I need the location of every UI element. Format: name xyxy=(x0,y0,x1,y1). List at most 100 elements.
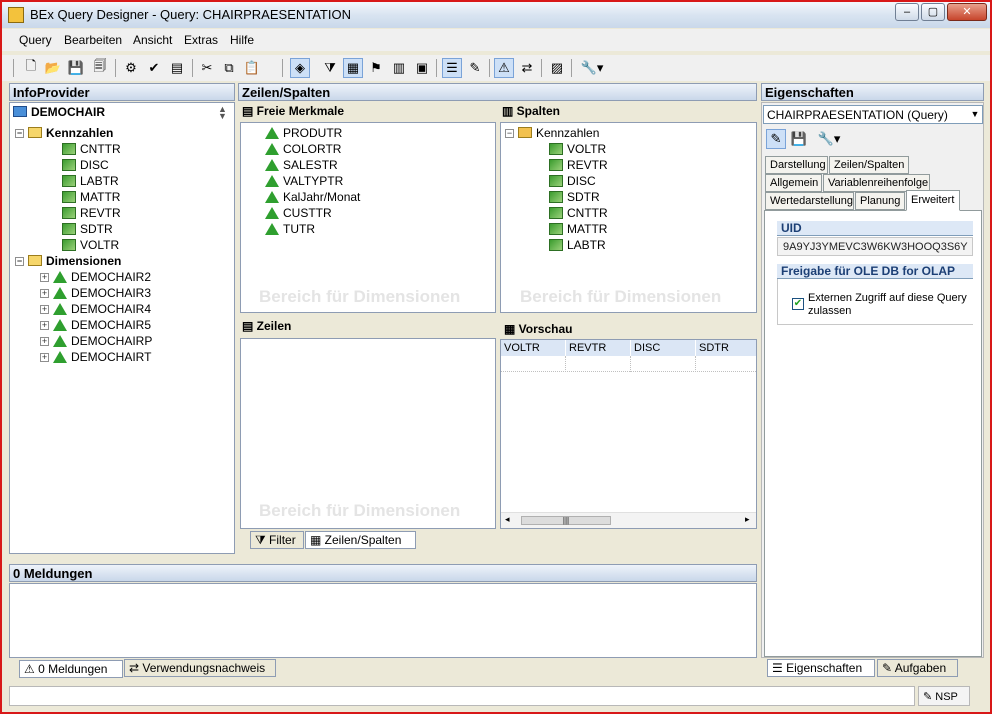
close-button[interactable]: ✕ xyxy=(947,3,987,21)
expand-icon[interactable]: + xyxy=(40,321,49,330)
keyfigure-item[interactable]: DISC xyxy=(62,157,109,173)
display-icon[interactable]: ▨ xyxy=(547,58,567,78)
expand-icon[interactable]: + xyxy=(40,353,49,362)
menu-extras[interactable]: Extras xyxy=(184,33,218,47)
sort-icon[interactable]: ▲ ▼ xyxy=(218,105,227,121)
free-characteristic-item[interactable]: VALTYPTR xyxy=(265,173,343,189)
expand-icon[interactable]: + xyxy=(40,289,49,298)
dimensionen-node[interactable]: − Dimensionen xyxy=(15,253,121,269)
tools-dropdown-icon[interactable]: 🔧▾ xyxy=(814,129,844,149)
tab-verwendungsnachweis[interactable]: ⇄ Verwendungsnachweis xyxy=(124,659,276,677)
expand-icon[interactable]: + xyxy=(40,305,49,314)
menu-bearbeiten[interactable]: Bearbeiten xyxy=(64,33,122,47)
dimension-item[interactable]: + DEMOCHAIRT xyxy=(40,349,151,365)
tab-aufgaben[interactable]: ✎ Aufgaben xyxy=(877,659,958,677)
vorschau-col-header[interactable]: VOLTR xyxy=(501,340,566,356)
vorschau-col-header[interactable]: DISC xyxy=(631,340,696,356)
save-all-icon[interactable]: 🗐 xyxy=(90,58,110,78)
dimension-item[interactable]: + DEMOCHAIR5 xyxy=(40,317,151,333)
menu-query[interactable]: Query xyxy=(19,33,52,47)
keyfigure-item[interactable]: CNTTR xyxy=(62,141,121,157)
edit-icon[interactable]: ✎ xyxy=(766,129,786,149)
new-icon[interactable]: 🗋 xyxy=(21,58,41,78)
kennzahlen-node[interactable]: − Kennzahlen xyxy=(15,125,113,141)
dimension-item[interactable]: + DEMOCHAIR2 xyxy=(40,269,151,285)
column-item[interactable]: SDTR xyxy=(549,189,600,205)
freie-merkmale-panel[interactable]: PRODUTR COLORTR SALESTR VALTYPTR KalJahr/Mon… xyxy=(240,122,496,313)
free-characteristic-item[interactable]: KalJahr/Monat xyxy=(265,189,360,205)
check-query-icon[interactable]: ✔ xyxy=(144,58,164,78)
keyfigure-item[interactable]: REVTR xyxy=(62,205,121,221)
expand-icon[interactable]: + xyxy=(40,337,49,346)
column-item[interactable]: LABTR xyxy=(549,237,606,253)
keyfigure-item[interactable]: MATTR xyxy=(62,189,120,205)
column-item[interactable]: VOLTR xyxy=(549,141,606,157)
rows-columns-icon[interactable]: ▦ xyxy=(343,58,363,78)
zeilen-panel[interactable]: Bereich für Dimensionen xyxy=(240,338,496,529)
extern-access-checkbox[interactable]: ✔ xyxy=(792,298,804,310)
tab-planung[interactable]: Planung xyxy=(855,192,905,210)
paste-icon[interactable]: 📋 xyxy=(242,58,262,78)
where-used-icon[interactable]: ⇄ xyxy=(517,58,537,78)
maximize-button[interactable]: ▢ xyxy=(921,3,945,21)
object-select[interactable]: CHAIRPRAESENTATION (Query) ▼ xyxy=(763,105,983,124)
tab-meldungen[interactable]: ⚠ 0 Meldungen xyxy=(19,660,123,678)
tools-dropdown-icon[interactable]: 🔧▾ xyxy=(578,58,606,78)
cut-icon[interactable]: ✂ xyxy=(197,58,217,78)
menu-hilfe[interactable]: Hilfe xyxy=(230,33,254,47)
filter-icon[interactable]: ⧩ xyxy=(320,58,340,78)
save-icon[interactable]: 💾 xyxy=(789,129,809,149)
conditions-icon[interactable]: ⚑ xyxy=(366,58,386,78)
keyfigure-item[interactable]: LABTR xyxy=(62,173,119,189)
tab-erweitert[interactable]: Erweitert xyxy=(906,190,960,211)
tab-zeilen-spalten-prop[interactable]: Zeilen/Spalten xyxy=(829,156,909,174)
spalten-kennzahlen-node[interactable]: − Kennzahlen xyxy=(505,125,599,141)
expand-icon[interactable]: + xyxy=(40,273,49,282)
dimension-item[interactable]: + DEMOCHAIRP xyxy=(40,333,152,349)
horizontal-scrollbar[interactable]: ◂ ||| ▸ xyxy=(501,512,756,528)
vorschau-col-header[interactable]: SDTR xyxy=(696,340,756,356)
minimize-button[interactable]: ‒ xyxy=(895,3,919,21)
keyfigure-item[interactable]: SDTR xyxy=(62,221,113,237)
vorschau-col-header[interactable]: REVTR xyxy=(566,340,631,356)
free-characteristic-item[interactable]: CUSTTR xyxy=(265,205,332,221)
copy-icon[interactable]: ⧉ xyxy=(219,58,239,78)
free-characteristic-item[interactable]: SALESTR xyxy=(265,157,338,173)
spalten-panel[interactable]: − Kennzahlen VOLTR REVTR DISC SDTR CNTTR MATTR… xyxy=(500,122,757,313)
collapse-icon[interactable]: − xyxy=(505,129,514,138)
tab-wertedarstellung[interactable]: Wertedarstellung xyxy=(765,192,854,210)
dimension-item[interactable]: + DEMOCHAIR4 xyxy=(40,301,151,317)
chevron-down-icon[interactable]: ▼ xyxy=(968,106,982,123)
publish-icon[interactable]: ⚙ xyxy=(121,58,141,78)
tab-zeilen-spalten[interactable]: ▦ Zeilen/Spalten xyxy=(305,531,416,549)
uid-field[interactable]: 9A9YJ3YMEVC3W6KW3HOOQ3S6Y xyxy=(777,237,973,256)
tab-darstellung[interactable]: Darstellung xyxy=(765,156,828,174)
query-properties-icon[interactable]: ▤ xyxy=(167,58,187,78)
dimension-item[interactable]: + DEMOCHAIR3 xyxy=(40,285,151,301)
scroll-left-icon[interactable]: ◂ xyxy=(505,514,510,525)
tasks-icon[interactable]: ✎ xyxy=(465,58,485,78)
tab-eigenschaften[interactable]: ☰ Eigenschaften xyxy=(767,659,875,677)
cells-icon[interactable]: ▣ xyxy=(412,58,432,78)
open-icon[interactable]: 📂 xyxy=(43,58,63,78)
infoprovider-root[interactable]: DEMOCHAIR xyxy=(13,104,105,120)
scroll-thumb[interactable]: ||| xyxy=(521,516,611,525)
column-item[interactable]: DISC xyxy=(549,173,596,189)
tab-filter[interactable]: ⧩ Filter xyxy=(250,531,304,549)
save-icon[interactable]: 💾 xyxy=(66,58,86,78)
tab-allgemein[interactable]: Allgemein xyxy=(765,174,822,192)
menu-ansicht[interactable]: Ansicht xyxy=(133,33,172,47)
collapse-icon[interactable]: − xyxy=(15,257,24,266)
collapse-icon[interactable]: − xyxy=(15,129,24,138)
messages-icon[interactable]: ⚠ xyxy=(494,58,514,78)
free-characteristic-item[interactable]: PRODUTR xyxy=(265,125,342,141)
keyfigure-item[interactable]: VOLTR xyxy=(62,237,119,253)
infoprovider-icon[interactable]: ◈ xyxy=(290,58,310,78)
column-item[interactable]: REVTR xyxy=(549,157,608,173)
column-item[interactable]: CNTTR xyxy=(549,205,608,221)
free-characteristic-item[interactable]: TUTR xyxy=(265,221,315,237)
exceptions-icon[interactable]: ▥ xyxy=(389,58,409,78)
properties-icon[interactable]: ☰ xyxy=(442,58,462,78)
scroll-right-icon[interactable]: ▸ xyxy=(745,514,750,525)
column-item[interactable]: MATTR xyxy=(549,221,607,237)
